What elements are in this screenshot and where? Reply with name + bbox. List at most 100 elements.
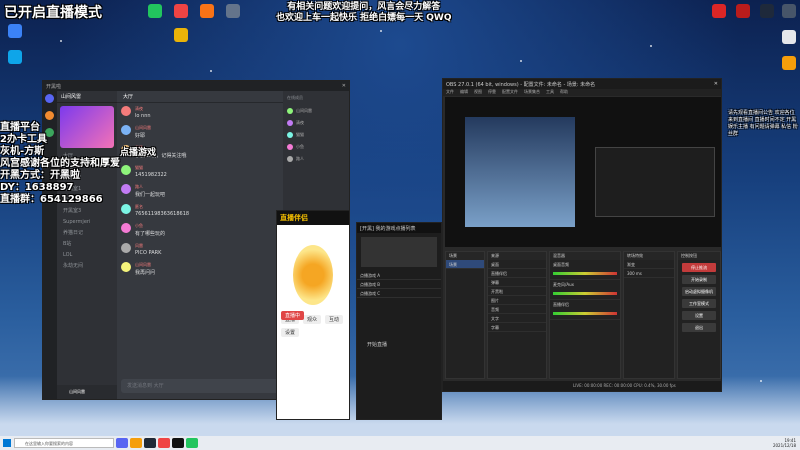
avatar[interactable] (121, 223, 131, 233)
close-icon[interactable]: ✕ (342, 83, 346, 89)
source-item[interactable]: 音频 (488, 305, 546, 314)
desktop-shortcut-icon[interactable] (168, 28, 194, 43)
member-item[interactable]: 山间风雷 (283, 105, 349, 117)
start-live-button[interactable]: 开始直播 (363, 340, 391, 349)
taskbar-app-icon[interactable] (116, 438, 128, 448)
control-button[interactable]: 启动虚拟摄像机 (682, 287, 716, 296)
message-author[interactable]: 路人 (135, 184, 165, 190)
avatar[interactable] (121, 125, 131, 135)
menu-item[interactable]: 场景集合 (524, 89, 540, 96)
message-author[interactable]: 风雷 (135, 243, 161, 249)
message-input[interactable]: 发送消息到 大厅 (121, 379, 279, 393)
user-panel[interactable]: 山间风雷 (57, 385, 117, 399)
obs-title: OBS 27.0.1 (64 bit, windows) - 配置文件: 未命名… (446, 81, 596, 88)
source-item[interactable]: 字幕 (488, 323, 546, 332)
member-item[interactable]: 猫猫 (283, 129, 349, 141)
control-button[interactable]: 开始录制 (682, 275, 716, 284)
playlist-item[interactable]: 点播游戏 A (357, 271, 441, 280)
preview-desktop (465, 117, 575, 227)
taskbar-app-icon[interactable] (172, 438, 184, 448)
channel-item[interactable]: 养猫日记 (57, 228, 117, 239)
taskbar-search[interactable]: 在这里输入你要搜索的内容 (14, 438, 114, 448)
avatar[interactable] (121, 184, 131, 194)
menu-item[interactable]: 工具 (546, 89, 554, 96)
desktop-shortcut-icon[interactable] (730, 4, 756, 19)
desktop-shortcut-icon[interactable] (776, 4, 800, 19)
announcement-line-2: 也欢迎上车一起快乐 拒绝白嫖每一天 QWQ (276, 13, 452, 23)
playlist-banner (361, 237, 437, 267)
desktop-shortcut-icon[interactable] (776, 30, 800, 45)
message-text: 76561198363618618 (135, 211, 190, 217)
menu-item[interactable]: 帮助 (560, 89, 568, 96)
live-assistant-window: 直播伴侣 直播 观众 互动 设置 直播中 (276, 210, 350, 420)
playlist-item[interactable]: 点播游戏 C (357, 289, 441, 298)
taskbar-app-icon[interactable] (186, 438, 198, 448)
desktop-shortcut-icon[interactable] (2, 24, 28, 39)
avatar[interactable] (121, 243, 131, 253)
assistant-nav-item[interactable]: 互动 (325, 315, 344, 324)
system-clock[interactable]: 19:41 2021/12/18 (773, 438, 796, 448)
member-item[interactable]: 小鱼 (283, 141, 349, 153)
avatar[interactable] (121, 262, 131, 272)
menu-item[interactable]: 编辑 (460, 89, 468, 96)
source-item[interactable]: 弹幕 (488, 278, 546, 287)
control-button[interactable]: 退出 (682, 323, 716, 332)
assistant-nav-item[interactable]: 观众 (303, 315, 322, 324)
home-icon[interactable] (45, 94, 54, 103)
channel-item[interactable]: 开黑室3 (57, 206, 117, 217)
channel-item[interactable]: 永劫无间 (57, 261, 117, 272)
transition-select[interactable]: 渐变 (624, 260, 674, 269)
desktop-shortcut-icon[interactable] (706, 4, 732, 19)
close-icon[interactable]: ✕ (714, 81, 718, 87)
assistant-nav-item[interactable]: 设置 (281, 328, 300, 337)
member-item[interactable]: 清夜 (283, 117, 349, 129)
desktop-shortcut-icon[interactable] (194, 4, 220, 19)
desktop-shortcut-icon[interactable] (776, 56, 800, 71)
avatar[interactable] (121, 165, 131, 175)
control-button[interactable]: 工作室模式 (682, 299, 716, 308)
source-item[interactable]: 图片 (488, 296, 546, 305)
desktop-shortcut-icon[interactable] (220, 4, 246, 19)
message-author[interactable]: 山间风雷 (135, 262, 155, 268)
menu-item[interactable]: 停靠 (488, 89, 496, 96)
controls-title: 控制按钮 (678, 252, 720, 260)
message-text: PICO PARK (135, 250, 162, 256)
desktop-shortcut-icon[interactable] (2, 50, 28, 65)
member-item[interactable]: 路人 (283, 153, 349, 165)
avatar[interactable] (121, 106, 131, 116)
windows-start-icon[interactable] (3, 439, 11, 447)
avatar[interactable] (121, 204, 131, 214)
control-button[interactable]: 设置 (682, 311, 716, 320)
taskbar-app-icon[interactable] (130, 438, 142, 448)
menu-item[interactable]: 视图 (474, 89, 482, 96)
taskbar-app-icon[interactable] (144, 438, 156, 448)
message-author[interactable]: 匿名 (135, 204, 189, 210)
message-author[interactable]: 猫猫 (135, 165, 167, 171)
server-icon[interactable] (45, 111, 54, 120)
menu-item[interactable]: 配置文件 (502, 89, 518, 96)
channel-item[interactable]: Supermjeri (57, 217, 117, 228)
channel-item[interactable]: B站 (57, 239, 117, 250)
message-author[interactable]: 山间风雷 (135, 125, 151, 131)
preview-nested-window (595, 147, 715, 217)
playlist-item[interactable]: 点播游戏 B (357, 280, 441, 289)
obs-preview[interactable] (445, 97, 721, 247)
desktop-shortcut-icon[interactable] (142, 4, 168, 19)
taskbar-app-icon[interactable] (158, 438, 170, 448)
desktop-shortcut-icon[interactable] (168, 4, 194, 19)
source-item[interactable]: 开黑啦 (488, 287, 546, 296)
message-author[interactable]: 小鱼 (135, 223, 165, 229)
source-item[interactable]: 桌面 (488, 260, 546, 269)
source-item[interactable]: 直播伴侣 (488, 269, 546, 278)
duration-field[interactable]: 300 ms (624, 269, 674, 278)
menu-item[interactable]: 文件 (446, 89, 454, 96)
channel-item[interactable]: LOL (57, 250, 117, 261)
volume-meter[interactable] (553, 312, 617, 315)
control-button[interactable]: 停止推流 (682, 263, 716, 272)
source-item[interactable]: 文字 (488, 314, 546, 323)
scene-item[interactable]: 场景 (446, 260, 484, 269)
avatar (287, 120, 293, 126)
volume-meter[interactable] (553, 272, 617, 275)
volume-meter[interactable] (553, 292, 617, 295)
message-author[interactable]: 清夜 (135, 106, 151, 112)
